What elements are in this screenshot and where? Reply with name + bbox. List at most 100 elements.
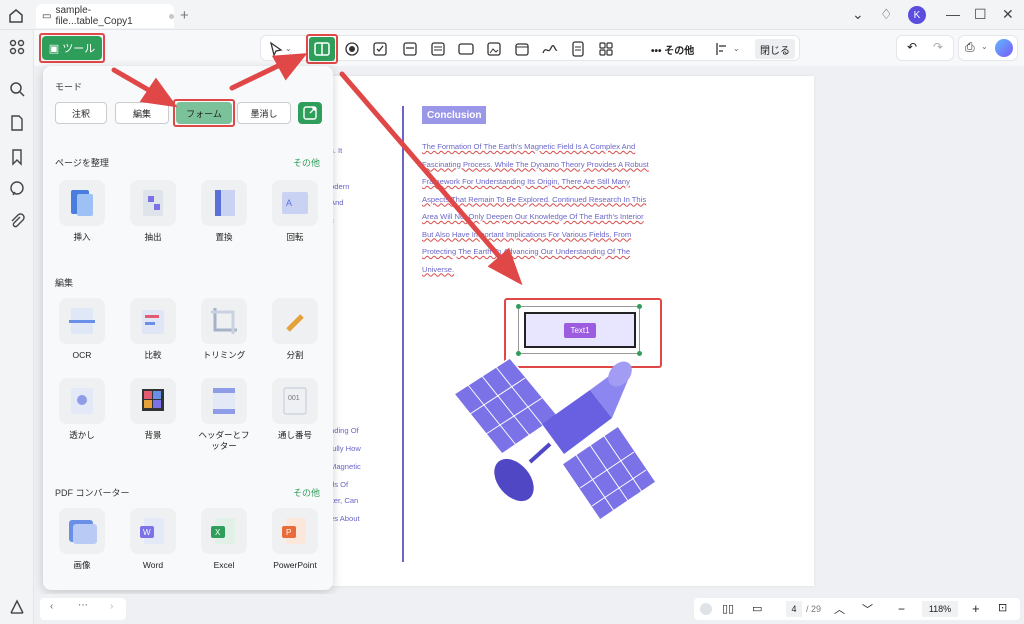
- undo-icon[interactable]: ↶: [907, 40, 917, 54]
- replace-icon: [201, 180, 247, 226]
- attachment-icon[interactable]: [8, 212, 26, 230]
- more-label: その他: [664, 46, 695, 57]
- replace-tool[interactable]: 置換: [197, 180, 251, 242]
- button-field-icon[interactable]: [457, 40, 475, 58]
- split-tool[interactable]: 分割: [268, 298, 322, 360]
- list-box-icon[interactable]: [429, 40, 447, 58]
- tool-label: 比較: [144, 350, 162, 360]
- rotate-tool[interactable]: A 回転: [268, 180, 322, 242]
- close-form-mode-button[interactable]: 閉じる: [755, 39, 795, 59]
- document-tab[interactable]: ▭ sample-file...table_Copy1: [36, 4, 174, 28]
- signature-icon[interactable]: [541, 40, 559, 58]
- presentation-icon[interactable]: ▭: [752, 602, 762, 615]
- convert-image-tool[interactable]: 画像: [55, 508, 109, 570]
- chevron-down-icon[interactable]: ⌄: [285, 44, 303, 62]
- chevron-up-icon[interactable]: ︿: [834, 601, 845, 617]
- document-page: Conclusion The Formation Of The Earth's …: [270, 76, 814, 586]
- section-more-link[interactable]: その他: [293, 156, 320, 169]
- ai-assistant-icon[interactable]: [995, 39, 1013, 57]
- extract-tool[interactable]: 抽出: [126, 180, 180, 242]
- status-bar: ‹ ⋯ › ▯▯ ▭ 4 / 29 ︿ ﹀ − 118% + ⊡: [34, 594, 1024, 624]
- section-title: 編集: [55, 278, 74, 288]
- select-cursor-icon[interactable]: [267, 40, 285, 58]
- bookmark-icon[interactable]: [8, 148, 26, 166]
- mode-annotate-button[interactable]: 注釈: [55, 102, 107, 124]
- zoom-level[interactable]: 118%: [922, 601, 958, 617]
- reading-mode-icon[interactable]: ▯▯: [722, 602, 734, 615]
- zoom-in-icon[interactable]: +: [972, 601, 980, 616]
- ocr-tool[interactable]: OCR: [55, 298, 109, 360]
- crop-tool[interactable]: トリミング: [197, 298, 251, 360]
- date-field-icon[interactable]: [513, 40, 531, 58]
- close-window-icon[interactable]: ✕: [1002, 6, 1014, 23]
- chevron-down-icon[interactable]: ﹀: [862, 601, 873, 617]
- svg-text:001: 001: [288, 395, 300, 402]
- title-bar: ▭ sample-file...table_Copy1 + ⌄ ♢ K — ☐ …: [0, 0, 1024, 30]
- resize-handle[interactable]: [637, 304, 642, 309]
- image-field-icon[interactable]: [485, 40, 503, 58]
- mode-title: モード: [55, 82, 83, 92]
- home-icon[interactable]: [6, 6, 26, 26]
- recognize-form-icon[interactable]: [569, 40, 587, 58]
- page-icon[interactable]: [8, 114, 26, 132]
- svg-text:W: W: [143, 528, 151, 537]
- background-tool[interactable]: 背景: [126, 378, 180, 440]
- svg-text:A: A: [286, 198, 292, 208]
- svg-text:X: X: [215, 528, 221, 537]
- redo-icon[interactable]: ↷: [933, 40, 943, 54]
- tab-close-icon[interactable]: [169, 13, 174, 19]
- chevron-right-icon[interactable]: ›: [110, 601, 113, 612]
- ellipsis-icon[interactable]: ⋯: [78, 600, 88, 611]
- text-field-highlight: [306, 34, 338, 64]
- save-icon[interactable]: ⎙: [965, 40, 975, 55]
- chevron-down-icon[interactable]: ⌄: [981, 42, 988, 51]
- convert-excel-tool[interactable]: X Excel: [197, 508, 251, 570]
- notification-icon[interactable]: ♢: [880, 6, 893, 23]
- mode-edit-button[interactable]: 編集: [115, 102, 169, 124]
- insert-tool[interactable]: 挿入: [55, 180, 109, 242]
- page-number-input[interactable]: 4: [786, 601, 802, 617]
- header-footer-icon: [201, 378, 247, 424]
- chevron-down-icon[interactable]: ⌄: [852, 6, 864, 23]
- watermark-tool[interactable]: 透かし: [55, 378, 109, 440]
- chevron-down-icon[interactable]: ⌄: [733, 44, 751, 62]
- tool-label: PowerPoint: [273, 560, 317, 570]
- resize-handle[interactable]: [516, 304, 521, 309]
- bates-number-tool[interactable]: 001 通し番号: [268, 378, 322, 440]
- search-icon[interactable]: [8, 80, 26, 98]
- fit-page-icon[interactable]: ⊡: [998, 601, 1007, 614]
- conclusion-heading: Conclusion: [422, 106, 487, 124]
- more-menu[interactable]: ••• その他: [651, 42, 694, 57]
- tool-label: 通し番号: [277, 430, 312, 440]
- tool-label: 回転: [286, 232, 304, 242]
- comment-icon[interactable]: [8, 180, 26, 198]
- crop-icon: [201, 298, 247, 344]
- minimize-icon[interactable]: —: [946, 6, 960, 22]
- checkbox-icon[interactable]: [371, 40, 389, 58]
- align-icon[interactable]: [713, 40, 731, 58]
- tool-label: 挿入: [73, 232, 91, 242]
- zoom-out-icon[interactable]: −: [898, 602, 905, 616]
- new-tab-icon[interactable]: +: [180, 7, 189, 24]
- excel-icon: X: [201, 508, 247, 554]
- toolbar: ▣ ツール ⌄ ••• その他 ⌄ 閉じる ↶ ↷ ⎙ ⌄: [34, 30, 1024, 66]
- open-external-button[interactable]: [298, 102, 322, 124]
- grid-align-icon[interactable]: [597, 40, 615, 58]
- form-toolbar: ⌄ ••• その他 ⌄ 閉じる: [260, 34, 800, 64]
- left-text-fragment: es About: [330, 514, 360, 523]
- maximize-icon[interactable]: ☐: [974, 6, 987, 23]
- chevron-left-icon[interactable]: ‹: [50, 601, 53, 612]
- mode-redact-button[interactable]: 墨消し: [237, 102, 291, 124]
- grid-icon[interactable]: [8, 38, 26, 56]
- avatar[interactable]: K: [908, 6, 926, 24]
- radio-button-icon[interactable]: [343, 40, 361, 58]
- header-footer-tool[interactable]: ヘッダーとフッター: [197, 378, 251, 451]
- section-more-link[interactable]: その他: [293, 486, 320, 499]
- convert-powerpoint-tool[interactable]: P PowerPoint: [268, 508, 322, 570]
- help-icon[interactable]: [8, 598, 26, 616]
- convert-word-tool[interactable]: W Word: [126, 508, 180, 570]
- combo-box-icon[interactable]: [401, 40, 419, 58]
- expand-icon[interactable]: [700, 603, 712, 615]
- text-field[interactable]: Text1: [524, 312, 636, 348]
- compare-tool[interactable]: 比較: [126, 298, 180, 360]
